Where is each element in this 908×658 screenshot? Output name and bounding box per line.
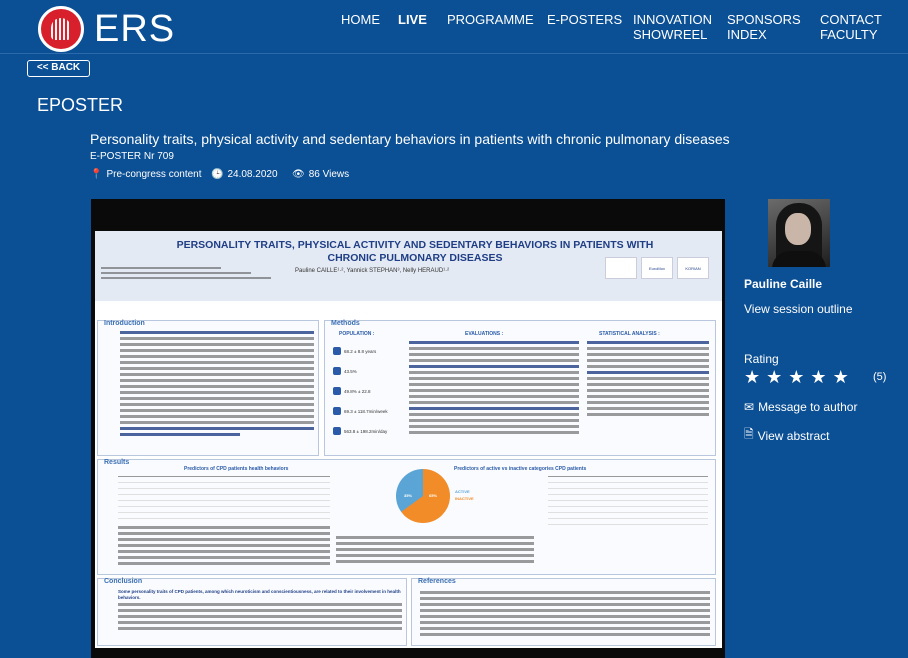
statistical-heading: STATISTICAL ANALYSIS : — [599, 331, 660, 337]
results-table-1 — [118, 476, 330, 519]
poster-header: PERSONALITY TRAITS, PHYSICAL ACTIVITY AN… — [95, 231, 722, 301]
nav-innovation-showreel[interactable]: INNOVATION SHOWREEL — [633, 12, 712, 42]
views-meta: 👁 86 Views — [292, 169, 350, 180]
poster-number: E-POSTER Nr 709 — [90, 151, 174, 162]
pie-value-active: 35% — [404, 493, 413, 498]
pie-legend-inactive: INACTIVE — [455, 496, 474, 501]
poster-image-title: PERSONALITY TRAITS, PHYSICAL ACTIVITY AN… — [176, 239, 654, 264]
author-avatar — [768, 199, 830, 267]
introduction-heading: Introduction — [104, 320, 145, 327]
euromov-logo: EuroMov — [641, 257, 673, 279]
author-name: Pauline Caille — [744, 277, 823, 291]
star-icon[interactable]: ★ — [744, 367, 760, 387]
rating-count: (5) — [873, 371, 887, 383]
poster-image[interactable]: PERSONALITY TRAITS, PHYSICAL ACTIVITY AN… — [95, 231, 722, 648]
nav-home[interactable]: HOME — [341, 12, 380, 27]
poster-authors: Pauline CAILLE¹·², Yannick STEPHAN³, Nel… — [295, 268, 450, 274]
methods-box: Methods POPULATION : EVALUATIONS : STATI… — [324, 320, 716, 456]
population-stat: 43.5% — [333, 367, 357, 375]
introduction-box: Introduction — [97, 320, 319, 456]
rating-label: Rating — [744, 352, 779, 366]
conclusion-box: Conclusion Some personality traits of CP… — [97, 578, 407, 646]
map-marker-icon: 📍 — [90, 169, 103, 180]
poster-affiliations — [101, 267, 291, 282]
category-meta: 📍 Pre-congress content — [90, 169, 202, 180]
methods-heading: Methods — [331, 320, 360, 327]
rating-stars[interactable]: ★ ★ ★ ★ ★ — [744, 367, 849, 387]
korian-logo: KORIAN — [677, 257, 709, 279]
population-stat: 68.2 ± 8.8 years — [333, 347, 376, 355]
population-stat: 69.3 ± 118.7min/week — [333, 407, 388, 415]
view-abstract-link[interactable]: 🗎 View abstract — [744, 425, 829, 446]
page-title: EPOSTER — [37, 95, 124, 115]
references-box: References — [411, 578, 716, 646]
poster-logos: EuroMov KORIAN — [605, 257, 709, 279]
nav-contact-faculty[interactable]: CONTACT FACULTY — [820, 12, 882, 42]
results-heading: Results — [104, 459, 130, 466]
poster-title: Personality traits, physical activity an… — [90, 131, 730, 147]
eye-icon: 👁 — [292, 169, 305, 180]
star-icon[interactable]: ★ — [810, 367, 826, 387]
document-icon: 🗎 — [744, 427, 754, 441]
population-stat: 49.8% ± 22.8 — [333, 387, 371, 395]
nav-live[interactable]: LIVE — [398, 12, 427, 27]
back-button[interactable]: << BACK — [27, 60, 90, 77]
conclusion-heading: Conclusion — [104, 578, 143, 585]
view-session-outline-link[interactable]: View session outline — [744, 302, 853, 316]
references-heading: References — [418, 578, 456, 585]
envelope-icon: ✉ — [744, 400, 755, 414]
pie-value-inactive: 65% — [429, 493, 438, 498]
conclusion-lead: Some personality traits of CPD patients,… — [118, 589, 401, 600]
evaluations-heading: EVALUATIONS : — [465, 331, 504, 337]
results-subheading-2: Predictors of active vs inactive categor… — [454, 466, 587, 472]
clock-icon: 🕒 — [211, 169, 224, 180]
date-meta: 🕒 24.08.2020 — [211, 169, 278, 180]
university-logo — [605, 257, 637, 279]
message-to-author-link[interactable]: ✉ Message to author — [744, 400, 857, 414]
nav-sponsors-index[interactable]: SPONSORS INDEX — [727, 12, 801, 42]
main-nav: HOME LIVE PROGRAMME E-POSTERS INNOVATION… — [0, 10, 908, 50]
results-subheading-1: Predictors of CPD patients health behavi… — [184, 466, 289, 472]
nav-e-posters[interactable]: E-POSTERS — [547, 12, 622, 27]
population-heading: POPULATION : — [339, 331, 375, 337]
population-stat: 563.8 ± 198.2min/day — [333, 427, 387, 435]
top-navigation-bar: ERS HOME LIVE PROGRAMME E-POSTERS INNOVA… — [0, 0, 908, 54]
pie-legend-active: ACTIVE — [455, 489, 470, 494]
star-icon[interactable]: ★ — [766, 367, 782, 387]
star-icon[interactable]: ★ — [833, 367, 849, 387]
star-icon[interactable]: ★ — [788, 367, 804, 387]
results-table-2 — [548, 476, 708, 525]
nav-programme[interactable]: PROGRAMME — [447, 12, 534, 27]
